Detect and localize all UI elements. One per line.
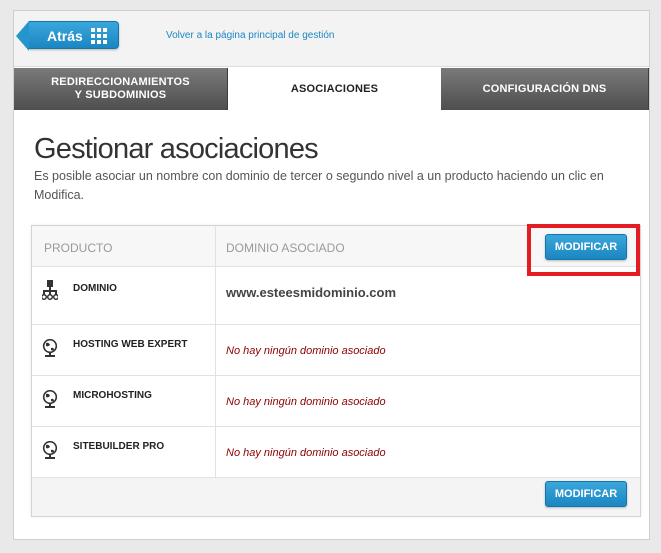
modify-button-bottom[interactable]: MODIFICAR <box>545 481 627 507</box>
tab-bar: REDIRECCIONAMIENTOS Y SUBDOMINIOS ASOCIA… <box>14 68 649 110</box>
globe-icon <box>42 338 58 357</box>
product-name: SITEBUILDER PRO <box>73 441 165 452</box>
product-name: DOMINIO <box>73 283 117 294</box>
table-row: MICROHOSTING No hay ningún dominio asoci… <box>32 376 640 427</box>
cell-divider <box>215 267 216 324</box>
associated-domain: No hay ningún dominio asociado <box>226 396 386 408</box>
page-description: Es posible asociar un nombre con dominio… <box>34 169 604 202</box>
grid-menu-icon <box>91 28 107 44</box>
globe-icon <box>42 389 58 408</box>
table-row: HOSTING WEB EXPERT No hay ningún dominio… <box>32 325 640 376</box>
tab-label: ASOCIACIONES <box>290 82 379 95</box>
tab-redirects-subdomains[interactable]: REDIRECCIONAMIENTOS Y SUBDOMINIOS <box>14 68 228 110</box>
cell-divider <box>215 427 216 477</box>
associated-domain: No hay ningún dominio asociado <box>226 345 386 357</box>
cell-divider <box>215 325 216 375</box>
top-bar: Atrás Volver a la página principal de ge… <box>14 11 649 67</box>
tab-associations[interactable]: ASOCIACIONES <box>228 68 441 110</box>
highlight-box <box>527 224 640 276</box>
tab-dns-configuration[interactable]: CONFIGURACIÓN DNS <box>441 68 649 110</box>
header-product: PRODUCTO <box>44 241 113 255</box>
back-button-label: Atrás <box>47 28 83 44</box>
tab-label: CONFIGURACIÓN DNS <box>482 82 607 95</box>
table-row: SITEBUILDER PRO No hay ningún dominio as… <box>32 427 640 478</box>
home-link[interactable]: Volver a la página principal de gestión <box>166 30 334 41</box>
network-icon <box>40 280 60 301</box>
associated-domain: www.esteesmidominio.com <box>226 285 397 300</box>
product-name: MICROHOSTING <box>73 390 152 401</box>
back-button[interactable]: Atrás <box>16 21 119 51</box>
header-domain: DOMINIO ASOCIADO <box>226 241 345 255</box>
cell-divider <box>215 376 216 426</box>
product-name: HOSTING WEB EXPERT <box>73 339 188 350</box>
tab-label: REDIRECCIONAMIENTOS Y SUBDOMINIOS <box>51 76 190 101</box>
header-divider <box>215 226 216 267</box>
globe-icon <box>42 440 58 459</box>
page-title: Gestionar asociaciones <box>34 133 319 165</box>
associated-domain: No hay ningún dominio asociado <box>226 447 386 459</box>
